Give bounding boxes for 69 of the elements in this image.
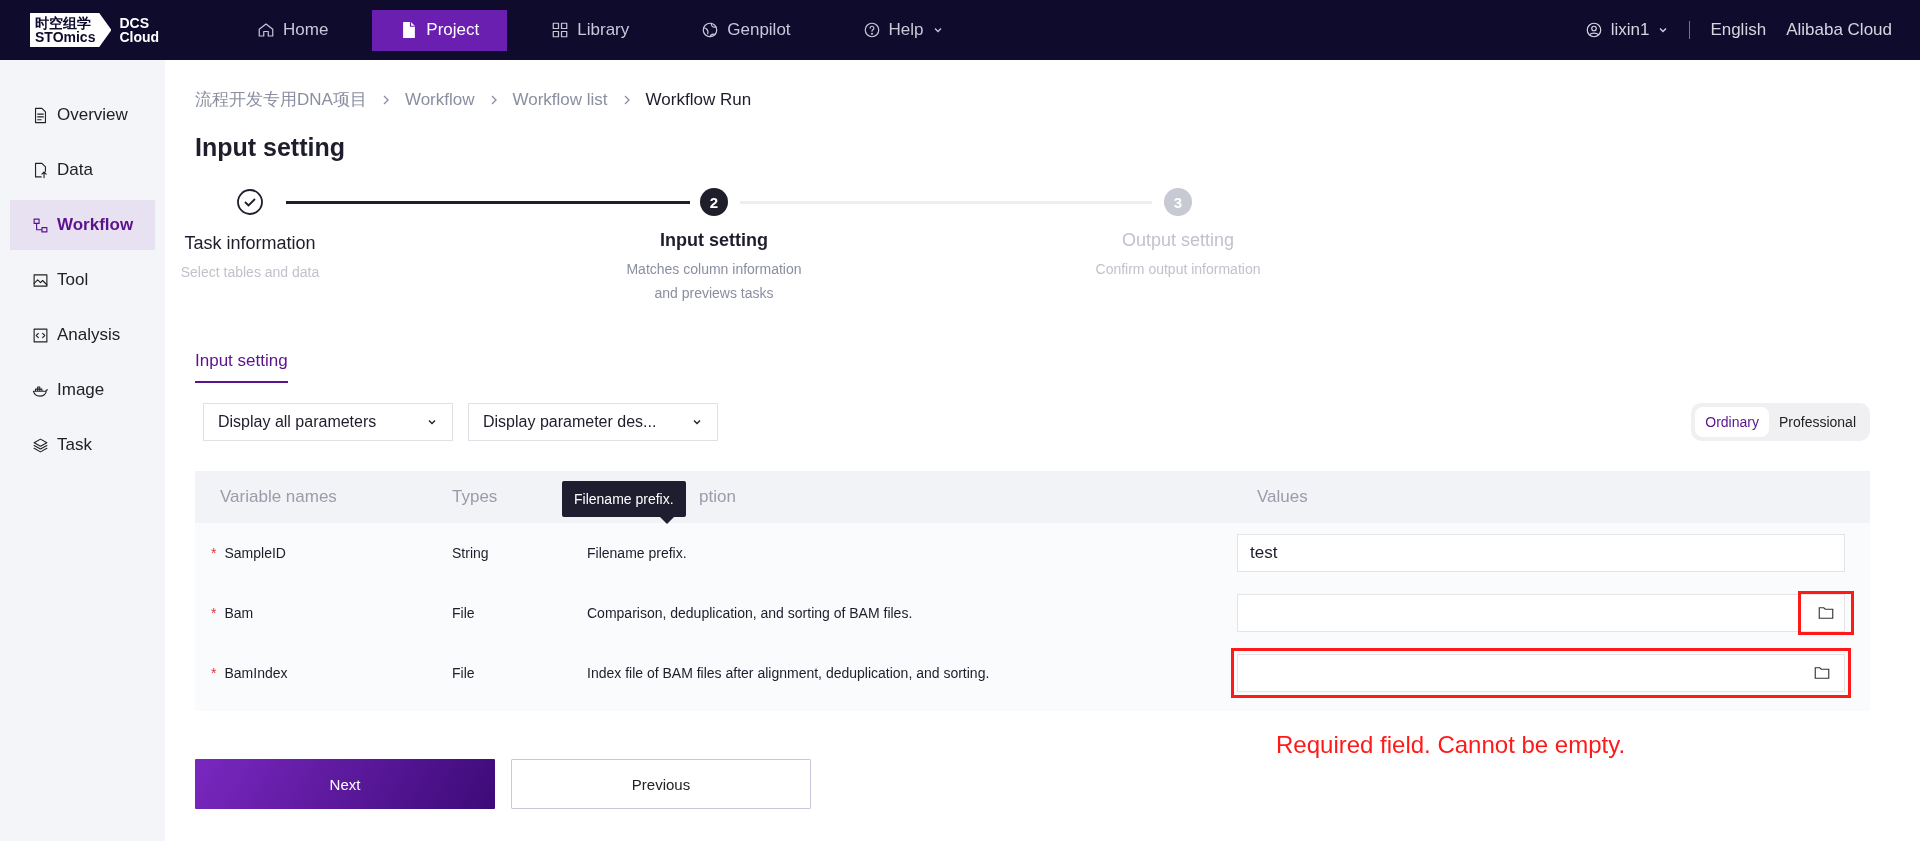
folder-icon[interactable]: [1813, 664, 1831, 682]
globe-icon: [701, 21, 720, 39]
code-file-icon: [32, 326, 49, 344]
flow-icon: [32, 216, 49, 234]
sidebar-item[interactable]: Tool: [10, 255, 155, 305]
previous-button[interactable]: Previous: [511, 759, 811, 809]
description-cell: Filename prefix.: [587, 545, 687, 561]
filter-dropdown[interactable]: Display all parameters: [203, 403, 453, 441]
tab[interactable]: Input setting: [195, 351, 288, 383]
file-upload-icon: [32, 161, 49, 179]
nav-item[interactable]: Project: [372, 9, 508, 51]
type-cell: String: [452, 545, 489, 561]
error-annotation: Required field. Cannot be empty.: [1276, 731, 1626, 759]
mode-option[interactable]: Ordinary: [1695, 407, 1769, 437]
step-description: Matches column information and previews tasks: [625, 260, 803, 303]
type-cell: File: [452, 605, 475, 621]
description-cell: Comparison, deduplication, and sorting of BAM files.: [587, 605, 913, 621]
required-mark: *: [211, 665, 217, 681]
help-icon: [862, 21, 881, 39]
nav-item[interactable]: Help: [834, 9, 972, 51]
column-header: Types: [452, 487, 498, 506]
page-title: Input setting: [195, 133, 346, 162]
column-header: Values: [1257, 487, 1308, 506]
language-link[interactable]: English: [1710, 20, 1767, 40]
required-mark: *: [211, 605, 217, 621]
description-cell: Index file of BAM files after alignment, deduplication, and sorting.: [587, 665, 990, 681]
variable-name: Bam: [224, 605, 254, 621]
type-cell: File: [452, 665, 475, 681]
next-button[interactable]: Next: [195, 759, 495, 809]
pointer-icon: [660, 517, 674, 524]
layers-icon: [32, 436, 49, 454]
sidebar-item[interactable]: Data: [10, 145, 155, 195]
file-input-field[interactable]: [1237, 594, 1845, 632]
nav-item[interactable]: Genpilot: [673, 9, 819, 51]
home-icon: [257, 21, 275, 39]
step-title: Input setting: [660, 230, 768, 251]
variable-name: SampleID: [224, 545, 286, 561]
column-header: ption: [699, 487, 736, 506]
user-icon: [1584, 21, 1603, 39]
sidebar-item[interactable]: Image: [10, 365, 155, 415]
folder-button[interactable]: [1798, 591, 1854, 635]
value-input-field[interactable]: test: [1237, 534, 1845, 572]
sidebar-item[interactable]: Task: [10, 420, 155, 470]
step-title: Task information: [184, 233, 316, 254]
logo: 时空组学 STOmics: [30, 13, 112, 47]
filter-dropdown[interactable]: Display parameter des...: [468, 403, 718, 441]
step-number: 3: [1164, 188, 1192, 216]
product-name: DCS Cloud: [119, 16, 160, 44]
column-header: Variable names: [220, 487, 337, 506]
sidebar-item[interactable]: Workflow: [10, 200, 155, 250]
required-mark: *: [211, 545, 217, 561]
step-description: Confirm output information: [1094, 260, 1262, 279]
step-number: 2: [700, 188, 728, 216]
step-description: Select tables and data: [179, 263, 321, 282]
tooltip: Filename prefix.: [562, 481, 686, 524]
file-input-field[interactable]: [1237, 654, 1845, 692]
document-icon: [32, 106, 49, 124]
folder-icon[interactable]: [1817, 604, 1835, 622]
mode-option[interactable]: Professional: [1768, 407, 1866, 437]
grid-icon: [551, 21, 570, 39]
nav-item[interactable]: Home: [229, 9, 357, 51]
sidebar-item[interactable]: Analysis: [10, 310, 155, 360]
user-menu[interactable]: lixin1: [1584, 20, 1670, 40]
variable-name: BamIndex: [224, 665, 288, 681]
cloud-link[interactable]: Alibaba Cloud: [1786, 20, 1892, 40]
image-icon: [32, 271, 49, 289]
nav-item[interactable]: Library: [523, 9, 658, 51]
step-title: Output setting: [1121, 230, 1235, 251]
sidebar-item[interactable]: Overview: [10, 90, 155, 140]
